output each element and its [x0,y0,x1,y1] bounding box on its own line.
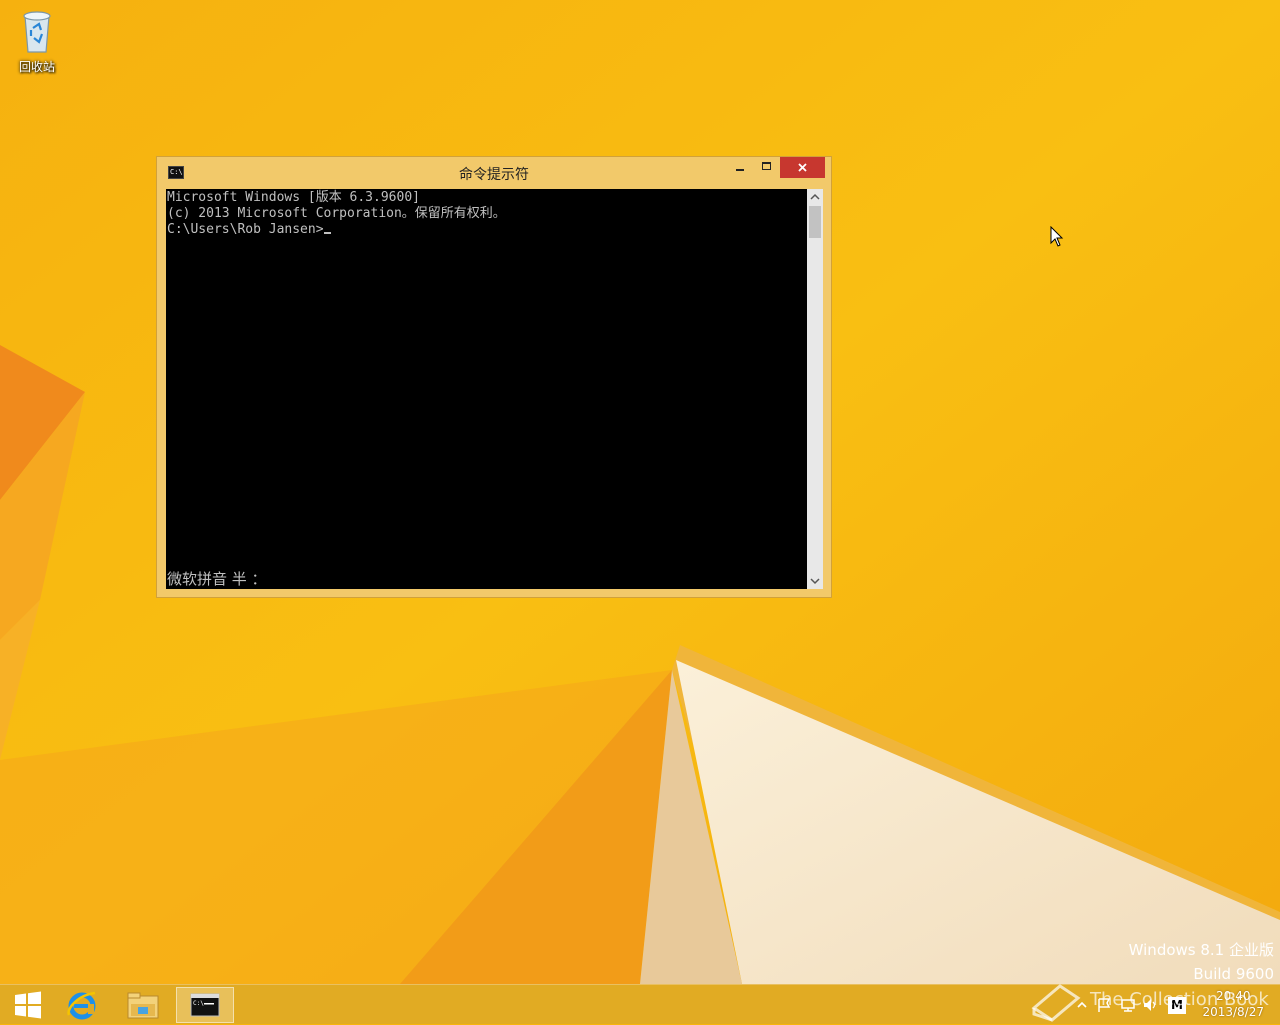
command-prompt-icon: C:\ [190,993,220,1017]
start-button[interactable] [0,987,56,1023]
scroll-down-button[interactable] [807,573,823,589]
minimize-button[interactable] [728,157,752,178]
command-prompt-window[interactable]: C:\ 命令提示符 Microsoft Windows [版本 6.3.9600… [156,156,832,598]
close-button[interactable] [780,157,825,178]
windows-logo-icon [15,991,41,1019]
window-titlebar[interactable]: C:\ 命令提示符 [157,157,831,188]
console-prompt: C:\Users\Rob Jansen> [167,222,324,237]
console-output[interactable]: Microsoft Windows [版本 6.3.9600] (c) 2013 … [166,189,807,589]
internet-explorer-icon [67,991,96,1020]
ime-status-text: 微软拼音 半 ： [167,570,267,588]
chevron-up-icon [810,193,820,200]
recycle-bin-label: 回收站 [18,60,55,74]
collection-book-text: The Collection Book [1090,989,1269,1010]
vertical-scrollbar[interactable] [807,189,823,589]
internet-explorer-button[interactable] [54,987,110,1023]
desktop-icon-recycle-bin[interactable]: 回收站 [10,6,64,75]
svg-text:C:\: C:\ [193,1000,204,1007]
text-cursor [323,232,331,234]
scroll-thumb[interactable] [809,206,821,238]
watermark-edition: Windows 8.1 企业版 [1128,941,1274,959]
file-explorer-icon [127,992,159,1019]
console-prompt-line: C:\Users\Rob Jansen> [167,222,807,238]
command-prompt-taskbar-button[interactable]: C:\ [176,987,234,1023]
console-line: (c) 2013 Microsoft Corporation。保留所有权利。 [167,206,506,221]
maximize-button[interactable] [754,157,780,178]
collection-book-watermark: The Collection Book [1030,978,1269,1022]
chevron-down-icon [810,578,820,585]
recycle-bin-icon [17,6,57,56]
scroll-up-button[interactable] [807,189,823,205]
console-line: Microsoft Windows [版本 6.3.9600] [167,190,420,205]
file-explorer-button[interactable] [115,987,171,1023]
mouse-pointer-icon [1050,226,1064,247]
close-icon [798,163,807,172]
book-icon [1031,984,1081,1022]
